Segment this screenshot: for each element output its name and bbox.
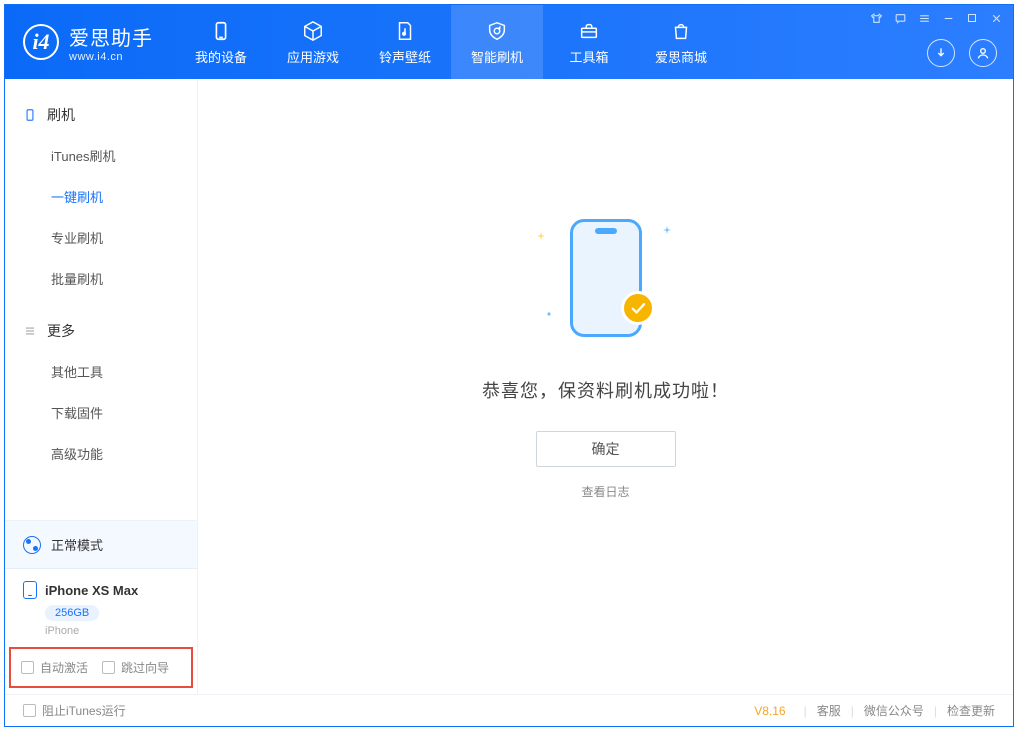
nav-label: 爱思商城 [655,47,707,66]
phone-outline-icon [23,108,37,122]
sidebar-item-oneclick-flash[interactable]: 一键刷机 [5,176,197,217]
device-top: iPhone XS Max [23,581,179,599]
nav-toolbox[interactable]: 工具箱 [543,5,635,79]
checkbox-box-icon [21,661,34,674]
check-update-link[interactable]: 检查更新 [947,702,995,719]
success-illustration [531,213,681,343]
minimize-icon[interactable] [941,11,955,25]
separator: | [934,704,937,718]
nav-label: 铃声壁纸 [379,47,431,66]
checkbox-label: 跳过向导 [121,659,169,676]
maximize-icon[interactable] [965,11,979,25]
group-title: 刷机 [47,105,75,125]
success-message: 恭喜您，保资料刷机成功啦！ [482,377,729,403]
checkmark-badge-icon [621,291,655,325]
sidebar-group-more[interactable]: 更多 [5,311,197,351]
feedback-icon[interactable] [893,11,907,25]
checkbox-box-icon [102,661,115,674]
checkbox-block-itunes[interactable]: 阻止iTunes运行 [23,702,126,719]
device-row[interactable]: iPhone XS Max 256GB iPhone [5,569,197,647]
shopping-bag-icon [669,19,693,43]
device-capacity: 256GB [45,605,99,621]
sidebar-item-advanced[interactable]: 高级功能 [5,433,197,474]
support-link[interactable]: 客服 [817,702,841,719]
mode-icon [23,536,41,554]
checkbox-box-icon [23,704,36,717]
app-body: 刷机 iTunes刷机 一键刷机 专业刷机 批量刷机 更多 其他工具 下载固件 … [5,79,1013,694]
logo-text: 爱思助手 www.i4.cn [69,22,153,63]
sidebar-bottom: 正常模式 iPhone XS Max 256GB iPhone 自动激活 [5,520,197,694]
phone-icon [209,19,233,43]
app-title: 爱思助手 [69,22,153,51]
account-button[interactable] [969,39,997,67]
nav-label: 我的设备 [195,47,247,66]
window-controls [869,11,1003,25]
footer-left: 阻止iTunes运行 [23,702,126,719]
sidebar-group-flash[interactable]: 刷机 [5,95,197,135]
app-window: i4 爱思助手 www.i4.cn 我的设备 应用游戏 铃声壁纸 智能刷机 [4,4,1014,727]
music-file-icon [393,19,417,43]
menu-icon[interactable] [917,11,931,25]
checkbox-label: 自动激活 [40,659,88,676]
download-button[interactable] [927,39,955,67]
separator: | [851,704,854,718]
sidebar-scroll: 刷机 iTunes刷机 一键刷机 专业刷机 批量刷机 更多 其他工具 下载固件 … [5,79,197,520]
skin-icon[interactable] [869,11,883,25]
group-title: 更多 [47,321,75,341]
cube-icon [301,19,325,43]
close-icon[interactable] [989,11,1003,25]
status-bar: 阻止iTunes运行 V8.16 | 客服 | 微信公众号 | 检查更新 [5,694,1013,726]
footer-right: V8.16 | 客服 | 微信公众号 | 检查更新 [754,702,995,719]
toolbox-icon [577,19,601,43]
sparkle-icon [537,227,545,235]
header-actions [927,39,997,67]
sidebar-item-download-firmware[interactable]: 下载固件 [5,392,197,433]
checkbox-label: 阻止iTunes运行 [42,702,126,719]
sparkle-icon [545,305,553,313]
main-content: 恭喜您，保资料刷机成功啦！ 确定 查看日志 [198,79,1013,694]
sidebar-item-pro-flash[interactable]: 专业刷机 [5,217,197,258]
version-label: V8.16 [754,704,785,718]
checkbox-skip-guide[interactable]: 跳过向导 [102,659,169,676]
nav-label: 智能刷机 [471,47,523,66]
view-log-link[interactable]: 查看日志 [581,483,629,500]
sidebar-item-itunes-flash[interactable]: iTunes刷机 [5,135,197,176]
nav-apps-games[interactable]: 应用游戏 [267,5,359,79]
nav-label: 工具箱 [569,47,608,66]
nav-label: 应用游戏 [287,47,339,66]
nav-smart-flash[interactable]: 智能刷机 [451,5,543,79]
device-phone-icon [23,581,37,599]
list-icon [23,324,37,338]
logo-area: i4 爱思助手 www.i4.cn [5,5,175,79]
nav-my-device[interactable]: 我的设备 [175,5,267,79]
sidebar-item-other-tools[interactable]: 其他工具 [5,351,197,392]
app-logo-icon: i4 [23,24,59,60]
checkbox-auto-activate[interactable]: 自动激活 [21,659,88,676]
shield-refresh-icon [485,19,509,43]
ok-button[interactable]: 确定 [536,431,676,467]
nav-ringtones-wallpapers[interactable]: 铃声壁纸 [359,5,451,79]
mode-label: 正常模式 [51,535,103,554]
device-mode-row[interactable]: 正常模式 [5,521,197,569]
device-name: iPhone XS Max [45,583,138,598]
device-type: iPhone [45,625,179,637]
sidebar-item-batch-flash[interactable]: 批量刷机 [5,258,197,299]
wechat-link[interactable]: 微信公众号 [864,702,924,719]
app-subtitle: www.i4.cn [69,51,153,63]
nav-store[interactable]: 爱思商城 [635,5,727,79]
main-nav: 我的设备 应用游戏 铃声壁纸 智能刷机 工具箱 爱思商城 [175,5,727,79]
sparkle-icon [663,221,671,229]
checkbox-highlight-area: 自动激活 跳过向导 [9,647,193,688]
sidebar: 刷机 iTunes刷机 一键刷机 专业刷机 批量刷机 更多 其他工具 下载固件 … [5,79,198,694]
app-header: i4 爱思助手 www.i4.cn 我的设备 应用游戏 铃声壁纸 智能刷机 [5,5,1013,79]
separator: | [804,704,807,718]
